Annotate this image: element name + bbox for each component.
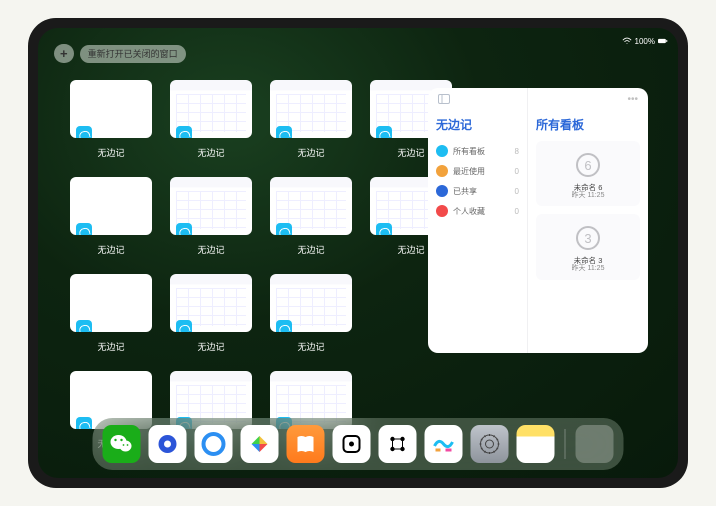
sidebar-item-icon xyxy=(436,205,448,217)
window-label: 无边记 xyxy=(397,243,424,256)
sidebar-item-2[interactable]: 已共享 0 xyxy=(436,181,519,201)
freeform-icon xyxy=(176,320,192,332)
window-label: 无边记 xyxy=(197,243,224,256)
app-window[interactable]: 无边记 xyxy=(70,177,152,256)
svg-text:3: 3 xyxy=(584,231,591,246)
app-window[interactable]: 无边记 xyxy=(70,274,152,353)
freeform-icon xyxy=(376,223,392,235)
window-thumbnail xyxy=(70,177,152,235)
dock xyxy=(93,418,624,470)
dock-app-freeform[interactable] xyxy=(425,425,463,463)
freeform-main-window[interactable]: ••• 无边记 所有看板 8 最近使用 0 已共享 0 个人收藏 0 所有看板 … xyxy=(428,88,648,353)
board-sketch: 3 xyxy=(568,220,608,256)
freeform-icon xyxy=(76,223,92,235)
window-label: 无边记 xyxy=(397,146,424,159)
sidebar-item-1[interactable]: 最近使用 0 xyxy=(436,161,519,181)
window-label: 无边记 xyxy=(97,340,124,353)
dock-app-settings[interactable] xyxy=(471,425,509,463)
freeform-icon xyxy=(376,126,392,138)
window-thumbnail xyxy=(170,80,252,138)
board-meta: 未命名 3昨天 11:25 xyxy=(572,256,605,273)
dock-app-play[interactable] xyxy=(241,425,279,463)
freeform-icon xyxy=(76,126,92,138)
freeform-icon xyxy=(276,126,292,138)
window-thumbnail xyxy=(270,274,352,332)
dock-app-wechat[interactable] xyxy=(103,425,141,463)
freeform-icon xyxy=(176,126,192,138)
dock-app-quark[interactable] xyxy=(149,425,187,463)
new-window-button[interactable]: + xyxy=(54,44,74,63)
more-icon[interactable]: ••• xyxy=(627,94,638,105)
window-thumbnail xyxy=(170,274,252,332)
window-label: 无边记 xyxy=(297,243,324,256)
sidebar-item-3[interactable]: 个人收藏 0 xyxy=(436,201,519,221)
sidebar-item-label: 所有看板 xyxy=(453,146,485,157)
sidebar-item-count: 0 xyxy=(515,167,519,176)
sidebar-item-label: 个人收藏 xyxy=(453,206,485,217)
app-window[interactable]: 无边记 xyxy=(170,177,252,256)
status-right: 100% xyxy=(622,37,668,46)
board-card[interactable]: 6 未命名 6昨天 11:25 xyxy=(536,141,640,206)
window-thumbnail xyxy=(170,177,252,235)
window-thumbnail xyxy=(270,80,352,138)
app-window[interactable]: 无边记 xyxy=(270,274,352,353)
app-window[interactable]: 无边记 xyxy=(70,80,152,159)
window-label: 无边记 xyxy=(297,340,324,353)
dock-app-books[interactable] xyxy=(287,425,325,463)
app-window[interactable]: 无边记 xyxy=(270,177,352,256)
dock-app-notes[interactable] xyxy=(517,425,555,463)
dock-app-grid-icon[interactable] xyxy=(379,425,417,463)
sidebar-item-icon xyxy=(436,145,448,157)
reopen-closed-window-button[interactable]: 重新打开已关闭的窗口 xyxy=(80,45,186,63)
window-thumbnail xyxy=(270,177,352,235)
sidebar-item-count: 0 xyxy=(515,207,519,216)
dock-recent-folder[interactable] xyxy=(576,425,614,463)
app-window[interactable]: 无边记 xyxy=(170,80,252,159)
sidebar-title: 无边记 xyxy=(436,116,519,133)
board-sketch: 6 xyxy=(568,147,608,183)
sidebar-item-0[interactable]: 所有看板 8 xyxy=(436,141,519,161)
window-thumbnail xyxy=(70,80,152,138)
dock-app-dice[interactable] xyxy=(333,425,371,463)
sidebar-item-icon xyxy=(436,165,448,177)
dock-app-qqbrowser[interactable] xyxy=(195,425,233,463)
board-card[interactable]: 3 未命名 3昨天 11:25 xyxy=(536,214,640,279)
battery-label: 100% xyxy=(635,37,655,46)
freeform-icon xyxy=(276,223,292,235)
wifi-icon xyxy=(622,37,632,45)
freeform-icon xyxy=(276,320,292,332)
window-label: 无边记 xyxy=(97,146,124,159)
freeform-icon xyxy=(76,320,92,332)
window-thumbnail xyxy=(70,274,152,332)
ipad-frame: 100% + 重新打开已关闭的窗口 无边记无边记无边记无边记无边记无边记无边记无… xyxy=(28,18,688,488)
window-label: 无边记 xyxy=(197,340,224,353)
board-meta: 未命名 6昨天 11:25 xyxy=(572,183,605,200)
sidebar-item-count: 8 xyxy=(515,147,519,156)
app-window[interactable]: 无边记 xyxy=(170,274,252,353)
dock-divider xyxy=(565,429,566,459)
home-screen: 100% + 重新打开已关闭的窗口 无边记无边记无边记无边记无边记无边记无边记无… xyxy=(38,28,678,478)
battery-icon xyxy=(658,37,668,45)
sidebar-item-icon xyxy=(436,185,448,197)
sidebar-item-count: 0 xyxy=(515,187,519,196)
window-label: 无边记 xyxy=(297,146,324,159)
sidebar-item-label: 最近使用 xyxy=(453,166,485,177)
sidebar: 无边记 所有看板 8 最近使用 0 已共享 0 个人收藏 0 xyxy=(428,88,528,353)
sidebar-icon xyxy=(438,94,450,104)
app-window[interactable]: 无边记 xyxy=(270,80,352,159)
window-label: 无边记 xyxy=(197,146,224,159)
svg-text:6: 6 xyxy=(584,158,591,173)
freeform-icon xyxy=(76,417,92,429)
freeform-icon xyxy=(176,223,192,235)
boards-panel: 所有看板 6 未命名 6昨天 11:25 3 未命名 3昨天 11:25 xyxy=(528,88,648,353)
sidebar-item-label: 已共享 xyxy=(453,186,477,197)
toolbar: + 重新打开已关闭的窗口 xyxy=(54,44,186,63)
window-label: 无边记 xyxy=(97,243,124,256)
panel-title: 所有看板 xyxy=(536,116,640,133)
app-windows-grid: 无边记无边记无边记无边记无边记无边记无边记无边记无边记无边记无边记无边记无边记无… xyxy=(70,80,452,450)
